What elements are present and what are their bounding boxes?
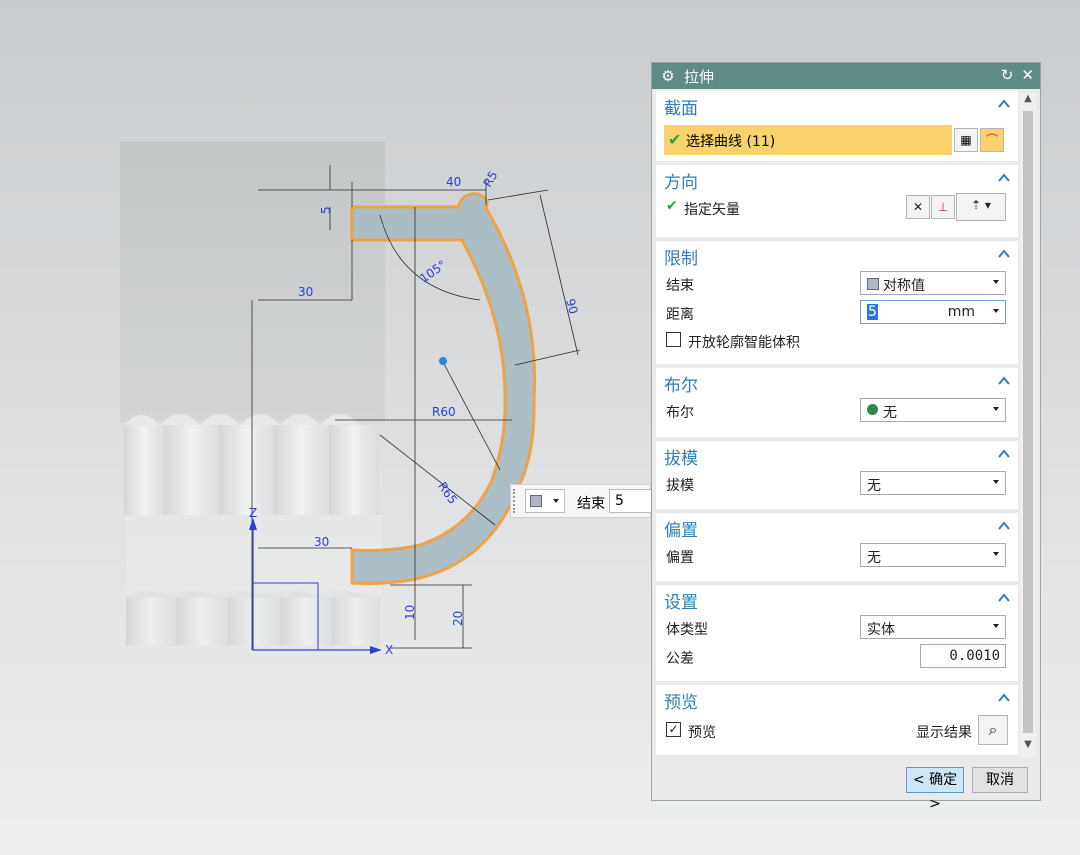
dim-r60[interactable]: R60 [432, 405, 456, 419]
body-type-dropdown[interactable]: 实体 [860, 615, 1006, 639]
select-curve-row[interactable]: ✔ 选择曲线 (11) [664, 125, 952, 155]
scroll-up-icon[interactable]: ▲ [1020, 93, 1036, 109]
chevron-down-icon [993, 280, 999, 284]
float-end-label: 结束 [577, 496, 605, 512]
limits-group: 限制 结束 对称值 距离 5 mm 开放轮廓智能体积 [656, 241, 1018, 364]
reverse-direction-icon[interactable]: ✕ [906, 195, 930, 219]
chevron-down-icon [993, 480, 999, 484]
dim-5[interactable]: 5 [319, 206, 333, 214]
ok-button[interactable]: < 确定 > [906, 767, 964, 812]
boolean-row: 布尔 无 [656, 396, 1018, 425]
collapse-icon[interactable] [998, 172, 1010, 184]
distance-input[interactable]: 5 mm [860, 300, 1006, 324]
dim-30-top[interactable]: 30 [298, 285, 313, 299]
draft-header[interactable]: 拔模 [656, 441, 1018, 469]
vector-dialog-icon[interactable]: ⊥ [931, 195, 955, 219]
scroll-down-icon[interactable]: ▼ [1020, 739, 1036, 755]
specify-vector-label: 指定矢量 [684, 202, 740, 218]
limits-header[interactable]: 限制 [656, 241, 1018, 269]
end-row: 结束 对称值 [656, 269, 1018, 298]
chevron-down-icon [993, 407, 999, 411]
boolean-header[interactable]: 布尔 [656, 368, 1018, 396]
cube-icon [530, 495, 542, 507]
pivot-point[interactable] [439, 357, 447, 365]
chevron-down-icon [553, 499, 559, 503]
collapse-icon[interactable] [998, 248, 1010, 260]
extrude-dialog: ⚙ 拉伸 ↻ ✕ 截面 ✔ 选择曲线 (11) ▦ ⌒ 方向 ✔ 指定矢量 ✕ … [651, 62, 1041, 812]
chevron-down-icon[interactable] [993, 309, 999, 313]
offset-group: 偏置 偏置 无 [656, 513, 1018, 581]
select-curve-label: 选择曲线 (11) [686, 134, 776, 150]
distance-row: 距离 5 mm [656, 298, 1018, 327]
section-header[interactable]: 截面 [656, 91, 1018, 119]
offset-dropdown[interactable]: 无 [860, 543, 1006, 567]
direction-group: 方向 ✔ 指定矢量 ✕ ⊥ ⇡ ▾ [656, 165, 1018, 237]
dialog-content: 截面 ✔ 选择曲线 (11) ▦ ⌒ 方向 ✔ 指定矢量 ✕ ⊥ ⇡ ▾ 限制 … [656, 91, 1018, 757]
draft-row: 拔模 无 [656, 469, 1018, 498]
draft-dropdown[interactable]: 无 [860, 471, 1006, 495]
collapse-icon[interactable] [998, 448, 1010, 460]
open-profile-row: 开放轮廓智能体积 [656, 327, 1018, 356]
preview-checkbox[interactable]: ✓ [666, 722, 681, 737]
vector-type-dropdown[interactable]: ⇡ ▾ [956, 193, 1006, 221]
cube-icon [867, 278, 879, 290]
dim-105[interactable]: 105° [417, 258, 449, 286]
offset-row: 偏置 无 [656, 541, 1018, 570]
reset-icon[interactable]: ↻ [1001, 66, 1014, 84]
body-type-row: 体类型 实体 [656, 613, 1018, 642]
check-icon: ✔ [668, 130, 682, 149]
check-icon: ✔ [666, 198, 678, 214]
preview-row: ✓ 预览 显示结果 ⌕ [656, 713, 1018, 749]
settings-group: 设置 体类型 实体 公差 0.0010 [656, 585, 1018, 681]
chevron-down-icon [993, 624, 999, 628]
magnifier-icon[interactable]: ⌕ [978, 715, 1008, 745]
dim-40[interactable]: 40 [446, 175, 461, 189]
axis-x-label: X [385, 643, 393, 657]
preview-header[interactable]: 预览 [656, 685, 1018, 713]
offset-header[interactable]: 偏置 [656, 513, 1018, 541]
direction-header[interactable]: 方向 [656, 165, 1018, 193]
open-profile-checkbox[interactable] [666, 332, 681, 347]
tolerance-row: 公差 0.0010 [656, 642, 1018, 671]
float-end-input[interactable]: 5 [609, 489, 652, 513]
dialog-scrollbar[interactable]: ▲ ▼ [1020, 93, 1036, 757]
cancel-button[interactable]: 取消 [972, 767, 1028, 793]
dim-90[interactable]: 90 [563, 297, 580, 315]
grip-handle[interactable] [513, 489, 519, 513]
collapse-icon[interactable] [998, 520, 1010, 532]
boolean-group: 布尔 布尔 无 [656, 368, 1018, 437]
specify-vector-row[interactable]: ✔ 指定矢量 ✕ ⊥ ⇡ ▾ [656, 193, 1018, 222]
chevron-down-icon [993, 552, 999, 556]
settings-header[interactable]: 设置 [656, 585, 1018, 613]
tolerance-input[interactable]: 0.0010 [920, 644, 1006, 668]
end-dropdown[interactable]: 对称值 [860, 271, 1006, 295]
boolean-none-icon [867, 404, 878, 415]
dialog-titlebar[interactable]: ⚙ 拉伸 ↻ ✕ [652, 63, 1040, 89]
collapse-icon[interactable] [998, 98, 1010, 110]
end-type-dropdown[interactable] [525, 489, 565, 513]
preview-group: 预览 ✓ 预览 显示结果 ⌕ [656, 685, 1018, 755]
dialog-title: 拉伸 [684, 67, 715, 86]
dim-r65[interactable]: R65 [435, 479, 460, 506]
dim-10[interactable]: 10 [403, 605, 417, 620]
axis-z-label: Z [249, 506, 257, 520]
dim-30-bottom[interactable]: 30 [314, 535, 329, 549]
dim-20[interactable]: 20 [451, 611, 465, 626]
curve-select-icon[interactable]: ⌒ [980, 128, 1004, 152]
scroll-thumb[interactable] [1023, 111, 1033, 733]
collapse-icon[interactable] [998, 592, 1010, 604]
collapse-icon[interactable] [998, 692, 1010, 704]
collapse-icon[interactable] [998, 375, 1010, 387]
section-group: 截面 ✔ 选择曲线 (11) ▦ ⌒ [656, 91, 1018, 161]
show-result-label: 显示结果 [916, 725, 972, 741]
dim-r5[interactable]: R5 [480, 169, 500, 190]
gear-icon[interactable]: ⚙ [660, 67, 676, 85]
draft-group: 拔模 拔模 无 [656, 441, 1018, 509]
boolean-dropdown[interactable]: 无 [860, 398, 1006, 422]
floating-input-bar: 结束 5 [510, 484, 652, 518]
close-icon[interactable]: ✕ [1021, 66, 1034, 84]
sketch-section-button[interactable]: ▦ [954, 128, 978, 152]
